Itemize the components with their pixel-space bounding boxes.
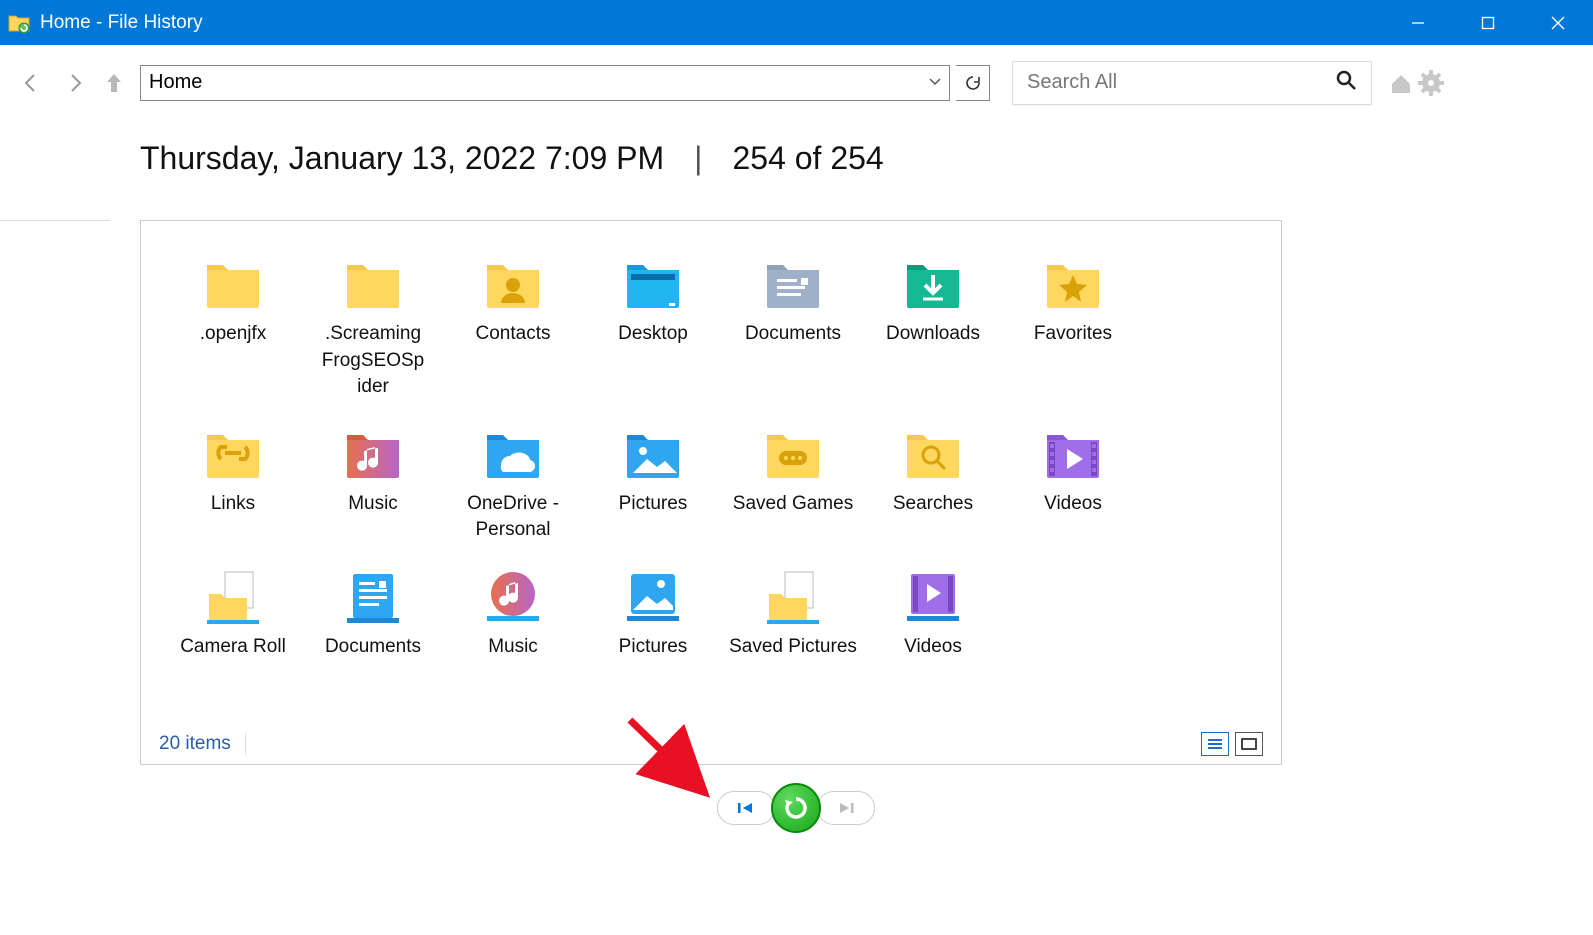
file-item-label: Pictures — [587, 491, 719, 518]
file-item[interactable]: .Screaming FrogSEOSp ider — [303, 241, 443, 403]
file-item-label: .Screaming FrogSEOSp ider — [307, 321, 439, 401]
maximize-button[interactable] — [1453, 0, 1523, 45]
file-item[interactable]: Saved Games — [723, 411, 863, 546]
folder-icon — [307, 560, 439, 626]
file-item[interactable]: Videos — [1003, 411, 1143, 546]
search-icon — [1335, 69, 1357, 97]
folder-icon — [1007, 417, 1139, 483]
file-item[interactable]: Searches — [863, 411, 1003, 546]
folder-icon — [727, 417, 859, 483]
file-item-label: Searches — [867, 491, 999, 518]
folder-icon — [587, 247, 719, 313]
app-icon — [8, 12, 30, 34]
file-grid: .openjfx .Screaming FrogSEOSp ider Contact… — [141, 221, 1281, 716]
folder-icon — [307, 247, 439, 313]
file-item-label: Videos — [867, 634, 999, 661]
status-divider — [245, 733, 246, 755]
folder-icon — [867, 417, 999, 483]
file-item[interactable]: Favorites — [1003, 241, 1143, 403]
home-icon[interactable] — [1386, 68, 1416, 98]
file-item[interactable]: Videos — [863, 554, 1003, 663]
file-item-label: Videos — [1007, 491, 1139, 518]
restore-button[interactable] — [771, 783, 821, 833]
file-item-label: Music — [447, 634, 579, 661]
forward-button[interactable] — [56, 64, 94, 102]
up-button[interactable] — [100, 64, 128, 102]
folder-icon — [447, 560, 579, 626]
file-item[interactable]: Documents — [723, 241, 863, 403]
file-item[interactable]: Music — [443, 554, 583, 663]
folder-icon — [587, 417, 719, 483]
folder-icon — [447, 247, 579, 313]
search-placeholder: Search All — [1027, 71, 1117, 94]
folder-icon — [727, 247, 859, 313]
file-item[interactable]: Camera Roll — [163, 554, 303, 663]
folder-icon — [447, 417, 579, 483]
file-item[interactable]: Pictures — [583, 554, 723, 663]
minimize-button[interactable] — [1383, 0, 1453, 45]
snapshot-timestamp: Thursday, January 13, 2022 7:09 PM — [140, 140, 664, 177]
gear-icon[interactable] — [1416, 68, 1446, 98]
file-item-label: Saved Games — [727, 491, 859, 518]
folder-icon — [167, 560, 299, 626]
file-list-pane: .openjfx .Screaming FrogSEOSp ider Contact… — [140, 220, 1282, 765]
header-separator: | — [694, 140, 702, 177]
close-button[interactable] — [1523, 0, 1593, 45]
file-item[interactable]: Music — [303, 411, 443, 546]
folder-icon — [167, 247, 299, 313]
file-item-label: Pictures — [587, 634, 719, 661]
file-item[interactable]: Links — [163, 411, 303, 546]
folder-icon — [167, 417, 299, 483]
file-item-label: Documents — [307, 634, 439, 661]
file-item-label: Contacts — [447, 321, 579, 348]
file-item-label: Favorites — [1007, 321, 1139, 348]
file-item-label: .openjfx — [167, 321, 299, 348]
folder-icon — [867, 247, 999, 313]
item-count: 20 items — [159, 733, 231, 755]
next-version-button[interactable] — [817, 791, 875, 825]
file-item-label: Links — [167, 491, 299, 518]
folder-icon — [867, 560, 999, 626]
previous-version-button[interactable] — [717, 791, 775, 825]
file-item-label: OneDrive - Personal — [447, 491, 579, 544]
chevron-down-icon[interactable] — [929, 75, 941, 91]
file-item[interactable]: OneDrive - Personal — [443, 411, 583, 546]
address-bar[interactable]: Home — [140, 65, 950, 101]
file-item[interactable]: Downloads — [863, 241, 1003, 403]
navigation-toolbar: Home Search All — [0, 45, 1593, 120]
refresh-button[interactable] — [956, 65, 990, 101]
back-button[interactable] — [12, 64, 50, 102]
file-item[interactable]: Desktop — [583, 241, 723, 403]
window-title: Home - File History — [40, 12, 1383, 34]
file-item[interactable]: Contacts — [443, 241, 583, 403]
file-item-label: Music — [307, 491, 439, 518]
file-item-label: Camera Roll — [167, 634, 299, 661]
status-bar: 20 items — [141, 724, 1281, 764]
file-item[interactable]: Pictures — [583, 411, 723, 546]
file-item[interactable]: .openjfx — [163, 241, 303, 403]
details-view-button[interactable] — [1201, 732, 1229, 756]
folder-icon — [1007, 247, 1139, 313]
version-controls — [717, 783, 875, 833]
snapshot-counter: 254 of 254 — [732, 140, 883, 177]
file-item-label: Documents — [727, 321, 859, 348]
icons-view-button[interactable] — [1235, 732, 1263, 756]
file-item-label: Downloads — [867, 321, 999, 348]
folder-icon — [307, 417, 439, 483]
file-item[interactable]: Documents — [303, 554, 443, 663]
snapshot-header: Thursday, January 13, 2022 7:09 PM | 254… — [0, 120, 1593, 187]
folder-icon — [727, 560, 859, 626]
side-divider — [0, 220, 110, 222]
title-bar: Home - File History — [0, 0, 1593, 45]
file-item-label: Desktop — [587, 321, 719, 348]
search-input[interactable]: Search All — [1012, 61, 1372, 105]
folder-icon — [587, 560, 719, 626]
file-item-label: Saved Pictures — [727, 634, 859, 661]
address-text: Home — [149, 71, 202, 94]
file-item[interactable]: Saved Pictures — [723, 554, 863, 663]
